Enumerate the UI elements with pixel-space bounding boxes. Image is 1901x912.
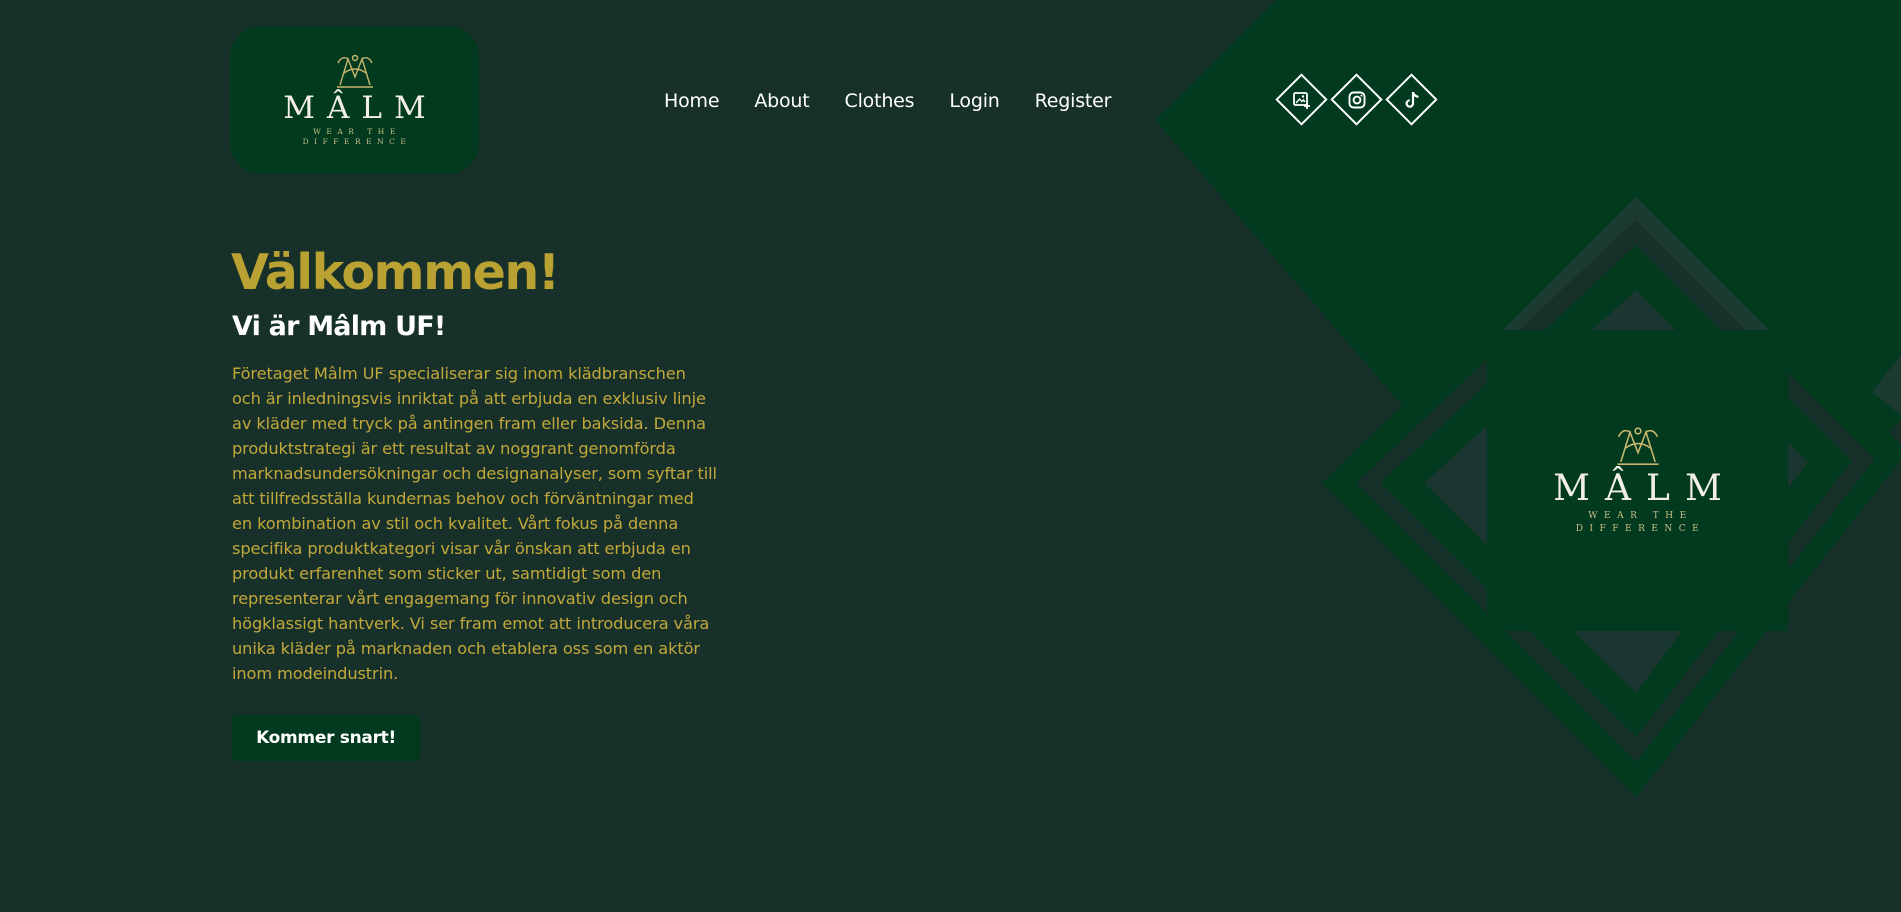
social-add-photo-button[interactable] (1274, 72, 1330, 128)
monogram-icon (1616, 427, 1659, 466)
panel-brand-logo: MÂLM WEAR THE DIFFERENCE (1487, 330, 1788, 631)
main-nav: Home About Clothes Login Register (664, 88, 1146, 114)
tiktok-icon (1405, 92, 1419, 108)
brand-tagline: WEAR THE DIFFERENCE (302, 126, 412, 147)
nav-home[interactable]: Home (664, 88, 720, 114)
brand-logo[interactable]: MÂLM WEAR THE DIFFERENCE (230, 26, 479, 174)
hero-subtitle: Vi är Mâlm UF! (232, 311, 446, 342)
instagram-icon (1348, 91, 1366, 109)
nav-login[interactable]: Login (949, 88, 999, 114)
add-photo-icon (1293, 92, 1310, 109)
social-tiktok-button[interactable] (1384, 72, 1440, 128)
nav-register[interactable]: Register (1035, 88, 1112, 114)
social-instagram-button[interactable] (1329, 72, 1385, 128)
nav-clothes[interactable]: Clothes (845, 88, 915, 114)
social-links (1274, 72, 1440, 128)
hero-title: Välkommen! (231, 244, 560, 301)
brand-tagline: WEAR THE DIFFERENCE (1575, 511, 1706, 534)
brand-name: MÂLM (1553, 468, 1737, 510)
hero-description: Företaget Mâlm UF specialiserar sig inom… (232, 364, 717, 683)
nav-about[interactable]: About (754, 88, 809, 114)
coming-soon-button[interactable]: Kommer snart! (232, 715, 420, 761)
monogram-icon (336, 54, 373, 88)
brand-name: MÂLM (283, 89, 438, 126)
